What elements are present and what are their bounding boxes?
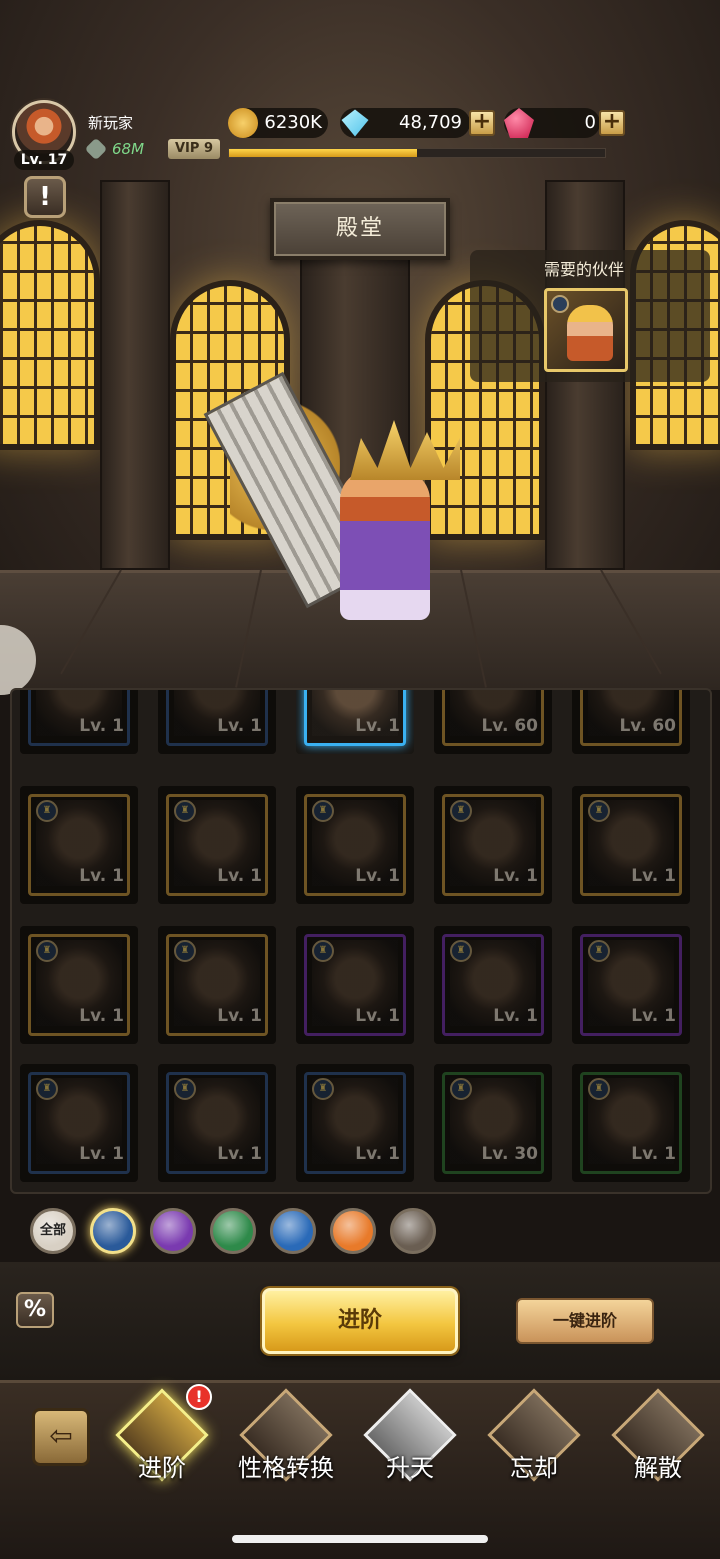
hero-level: Lv. 1 bbox=[355, 716, 400, 736]
home-indicator[interactable] bbox=[232, 1535, 488, 1543]
back-arrow-icon: ⇦ bbox=[49, 1419, 73, 1452]
hero-card[interactable]: ♜Lv. 60已组队 bbox=[434, 690, 552, 754]
gem-value: 0 bbox=[584, 112, 596, 133]
nav-alert-badge: ! bbox=[186, 1384, 212, 1410]
hero-level: Lv. 1 bbox=[493, 866, 538, 886]
advance-button[interactable]: 进阶 bbox=[262, 1288, 458, 1354]
hero-level: Lv. 1 bbox=[355, 1144, 400, 1164]
hero-card[interactable]: ♜Lv. 1 bbox=[158, 786, 276, 904]
needed-companion-card[interactable] bbox=[544, 288, 628, 372]
hero-card[interactable]: ♜Lv. 1 bbox=[20, 926, 138, 1044]
hero-card[interactable]: ♜Lv. 1 bbox=[296, 786, 414, 904]
hero-card[interactable]: ♜Lv. 1 bbox=[158, 926, 276, 1044]
hero-level: Lv. 1 bbox=[79, 1006, 124, 1026]
all-filter-all-icon[interactable]: 全部 bbox=[30, 1208, 76, 1254]
nav-item[interactable]: 升天 bbox=[360, 1388, 460, 1492]
hall-window bbox=[0, 220, 100, 450]
diamond-icon bbox=[341, 109, 369, 137]
gold-coin-icon bbox=[228, 108, 258, 138]
back-button[interactable]: ⇦ bbox=[32, 1408, 90, 1466]
gold-value: 6230K bbox=[264, 112, 322, 133]
nav-item[interactable]: 性格转换 bbox=[236, 1388, 336, 1492]
one-click-advance-button[interactable]: 一键进阶 bbox=[516, 1298, 654, 1344]
hero-grid: ♜Lv. 1♜Lv. 1♜Lv. 1♜Lv. 60已组队♜Lv. 60已组队♜L… bbox=[10, 688, 712, 1194]
hall-title: 殿堂 bbox=[270, 198, 450, 260]
needed-companion-label: 需要的伙伴 bbox=[544, 260, 625, 279]
hero-card[interactable]: ♜Lv. 1 bbox=[296, 688, 414, 754]
hero-level: Lv. 1 bbox=[217, 1144, 262, 1164]
hero-card[interactable]: ♜Lv. 1 bbox=[20, 1064, 138, 1182]
player-name: 新玩家 bbox=[88, 114, 134, 132]
player-level: Lv. 17 bbox=[14, 150, 74, 170]
hero-card[interactable]: ♜Lv. 1 bbox=[20, 690, 138, 754]
hero-level: Lv. 1 bbox=[631, 1006, 676, 1026]
hero-level: Lv. 1 bbox=[355, 1006, 400, 1026]
faction-filter-row: 全部 bbox=[30, 1208, 450, 1254]
nav-label: 解散 bbox=[634, 1454, 682, 1482]
hero-level: Lv. 30 bbox=[481, 1144, 538, 1164]
diamond-counter: 48,709 bbox=[340, 108, 470, 138]
hero-level: Lv. 1 bbox=[217, 1006, 262, 1026]
hero-level: Lv. 1 bbox=[79, 716, 124, 736]
anchor-filter-anchor-icon[interactable] bbox=[270, 1208, 316, 1254]
vip-badge[interactable]: VIP 9 bbox=[168, 139, 220, 159]
ruby-icon bbox=[504, 108, 534, 138]
hero-card[interactable]: ♜Lv. 1 bbox=[158, 690, 276, 754]
nav-label: 升天 bbox=[386, 1454, 434, 1482]
add-diamonds-button[interactable]: + bbox=[469, 110, 495, 136]
hero-card[interactable]: ♜Lv. 1 bbox=[572, 1064, 690, 1182]
hero-level: Lv. 1 bbox=[355, 866, 400, 886]
hero-card[interactable]: ♜ Lv. 30 bbox=[434, 1064, 552, 1182]
nav-label: 性格转换 bbox=[238, 1454, 334, 1482]
hero-level: Lv. 1 bbox=[79, 1144, 124, 1164]
diamond-value: 48,709 bbox=[399, 112, 462, 133]
hero-level: Lv. 1 bbox=[631, 1144, 676, 1164]
hero-card[interactable]: ♜Lv. 1 bbox=[296, 1064, 414, 1182]
percent-button[interactable]: % bbox=[16, 1292, 54, 1328]
dragon-filter-dragon-icon[interactable] bbox=[330, 1208, 376, 1254]
hero-card[interactable]: ♜Lv. 1 bbox=[434, 926, 552, 1044]
companion-portrait bbox=[567, 305, 613, 361]
hero-sprite[interactable] bbox=[340, 470, 430, 620]
tree-filter-tree-icon[interactable] bbox=[210, 1208, 256, 1254]
hero-level: Lv. 1 bbox=[217, 866, 262, 886]
nav-item[interactable]: 解散 bbox=[608, 1388, 708, 1492]
gem-counter: 0 bbox=[504, 108, 600, 138]
hero-card[interactable]: ♜Lv. 1 bbox=[20, 786, 138, 904]
hero-level: Lv. 60 bbox=[619, 716, 676, 736]
hall-pillar bbox=[100, 180, 170, 570]
hero-card[interactable]: ♜Lv. 1 bbox=[158, 1064, 276, 1182]
hero-level: Lv. 1 bbox=[217, 716, 262, 736]
eye-filter-eye-icon[interactable] bbox=[390, 1208, 436, 1254]
nav-label: 忘却 bbox=[510, 1454, 558, 1482]
hero-level: Lv. 60 bbox=[481, 716, 538, 736]
hero-card[interactable]: ♜Lv. 1 bbox=[434, 786, 552, 904]
trident-filter-trident-icon[interactable] bbox=[150, 1208, 196, 1254]
vip-progress-bar bbox=[228, 148, 606, 158]
notice-button[interactable]: ! bbox=[24, 176, 66, 218]
helmet-icon bbox=[551, 295, 569, 313]
hero-level: Lv. 1 bbox=[493, 1006, 538, 1026]
nav-item[interactable]: 忘却 bbox=[484, 1388, 584, 1492]
hero-level: Lv. 1 bbox=[631, 866, 676, 886]
helmet-filter-helmet-icon[interactable] bbox=[90, 1208, 136, 1254]
hero-level: Lv. 1 bbox=[79, 866, 124, 886]
add-gems-button[interactable]: + bbox=[599, 110, 625, 136]
hero-card[interactable]: ♜Lv. 1 bbox=[572, 786, 690, 904]
player-power: 68M bbox=[112, 140, 145, 158]
vip-progress-fill bbox=[229, 149, 417, 157]
nav-label: 进阶 bbox=[138, 1454, 186, 1482]
hero-card[interactable]: ♜Lv. 60已组队 bbox=[572, 690, 690, 754]
hero-card[interactable]: ♜Lv. 1 bbox=[296, 926, 414, 1044]
check-icon bbox=[330, 688, 368, 689]
hero-card[interactable]: ♜Lv. 1 bbox=[572, 926, 690, 1044]
gold-counter: 6230K bbox=[228, 108, 328, 138]
